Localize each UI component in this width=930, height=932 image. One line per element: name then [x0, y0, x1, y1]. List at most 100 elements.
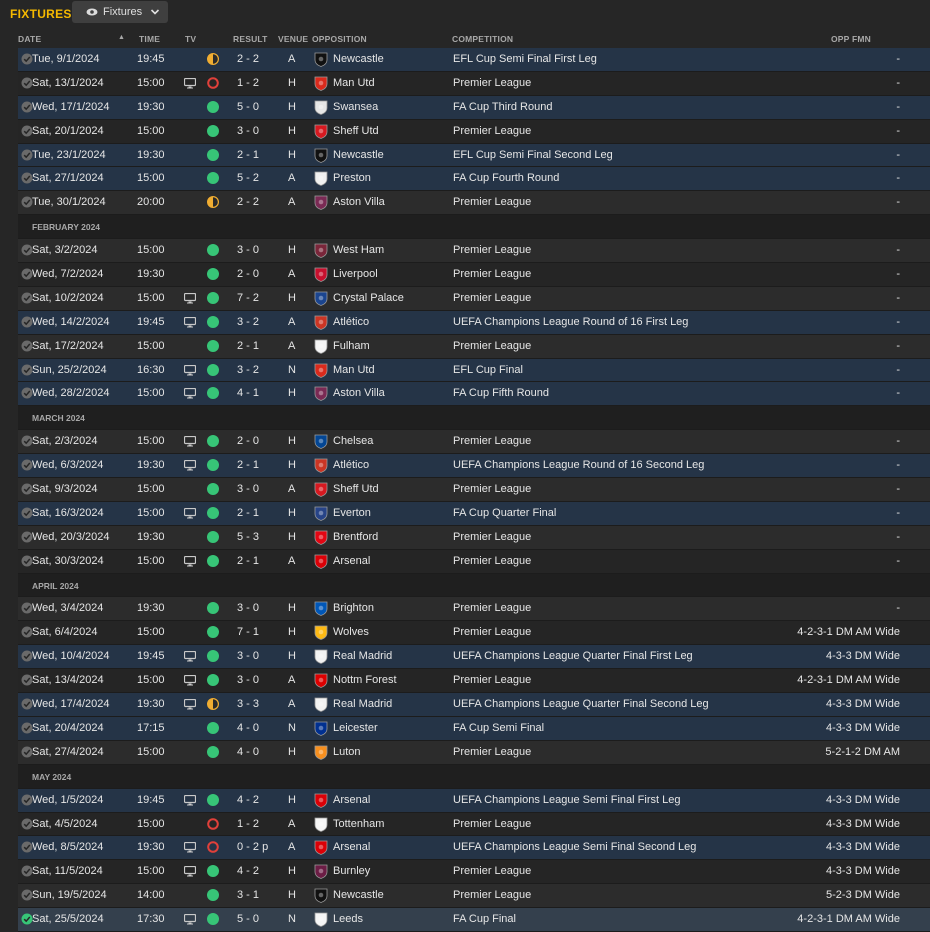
fixture-competition[interactable]: Premier League: [453, 602, 531, 614]
fixture-row[interactable]: Sat, 30/3/2024 15:00 2 - 1 A Arsenal Premier …: [18, 549, 930, 574]
fixture-opposition[interactable]: Chelsea: [333, 435, 373, 447]
fixture-competition[interactable]: UEFA Champions League Quarter Final Seco…: [453, 698, 709, 710]
fixture-row[interactable]: Sat, 27/4/2024 15:00 4 - 0 H Luton Premier Le…: [18, 740, 930, 765]
fixture-opposition[interactable]: Wolves: [333, 626, 369, 638]
fixture-competition[interactable]: FA Cup Fifth Round: [453, 387, 549, 399]
fixture-row[interactable]: Sat, 16/3/2024 15:00 2 - 1 H Everton FA Cup Q…: [18, 501, 930, 526]
fixture-competition[interactable]: Premier League: [453, 292, 531, 304]
fixture-competition[interactable]: Premier League: [453, 196, 531, 208]
column-header-venue[interactable]: VENUE: [278, 34, 308, 44]
fixture-competition[interactable]: Premier League: [453, 340, 531, 352]
fixture-competition[interactable]: Premier League: [453, 125, 531, 137]
fixture-opposition[interactable]: Newcastle: [333, 53, 384, 65]
fixture-row[interactable]: Tue, 23/1/2024 19:30 2 - 1 H Newcastle EFL Cu…: [18, 143, 930, 168]
fixture-row[interactable]: Sat, 11/5/2024 15:00 4 - 2 H Burnley Premier …: [18, 860, 930, 885]
fixture-row[interactable]: Sat, 20/4/2024 17:15 4 - 0 N Leicester FA Cup…: [18, 716, 930, 741]
fixture-opposition[interactable]: Luton: [333, 746, 361, 758]
fixture-competition[interactable]: Premier League: [453, 531, 531, 543]
fixture-row[interactable]: Wed, 14/2/2024 19:45 3 - 2 A Atlético UEFA Ch…: [18, 310, 930, 335]
fixture-competition[interactable]: Premier League: [453, 77, 531, 89]
fixture-competition[interactable]: UEFA Champions League Quarter Final Firs…: [453, 650, 693, 662]
fixture-row[interactable]: Sat, 13/4/2024 15:00 3 - 0 A Nottm Forest Pre…: [18, 669, 930, 694]
fixture-row[interactable]: Wed, 1/5/2024 19:45 4 - 2 H Arsenal UEFA Cham…: [18, 788, 930, 813]
fixture-row[interactable]: Sat, 17/2/2024 15:00 2 - 1 A Fulham Premier L…: [18, 334, 930, 359]
fixture-opposition[interactable]: Preston: [333, 172, 371, 184]
fixture-row[interactable]: Wed, 10/4/2024 19:45 3 - 0 H Real Madrid UEFA…: [18, 645, 930, 670]
fixture-row[interactable]: Sat, 20/1/2024 15:00 3 - 0 H Sheff Utd Premie…: [18, 119, 930, 144]
fixture-row[interactable]: Tue, 9/1/2024 19:45 2 - 2 A Newcastle EFL Cup…: [18, 48, 930, 72]
fixture-opposition[interactable]: Atlético: [333, 459, 369, 471]
fixture-competition[interactable]: Premier League: [453, 268, 531, 280]
fixture-opposition[interactable]: Aston Villa: [333, 387, 385, 399]
fixture-row[interactable]: Wed, 6/3/2024 19:30 2 - 1 H Atlético UEFA Cha…: [18, 454, 930, 479]
fixture-row[interactable]: Wed, 3/4/2024 19:30 3 - 0 H Brighton Premier …: [18, 597, 930, 622]
fixture-opposition[interactable]: Leeds: [333, 913, 363, 925]
fixture-opposition[interactable]: Tottenham: [333, 818, 384, 830]
fixture-opposition[interactable]: Arsenal: [333, 555, 370, 567]
fixture-row[interactable]: Sat, 9/3/2024 15:00 3 - 0 A Sheff Utd Premier…: [18, 478, 930, 502]
fixture-row[interactable]: Sat, 6/4/2024 15:00 7 - 1 H Wolves Premier Le…: [18, 621, 930, 646]
fixture-opposition[interactable]: Arsenal: [333, 794, 370, 806]
column-header-opp-fmn[interactable]: OPP FMN: [831, 34, 871, 44]
fixture-competition[interactable]: EFL Cup Final: [453, 364, 523, 376]
fixture-opposition[interactable]: Aston Villa: [333, 196, 385, 208]
fixture-row[interactable]: Wed, 17/4/2024 19:30 3 - 3 A Real Madrid UEFA…: [18, 693, 930, 717]
fixture-row[interactable]: Sat, 25/5/2024 17:30 5 - 0 N Leeds FA Cup Fin…: [18, 908, 930, 932]
fixture-opposition[interactable]: Atlético: [333, 316, 369, 328]
fixture-row[interactable]: Sun, 19/5/2024 14:00 3 - 1 H Newcastle Premie…: [18, 884, 930, 909]
fixture-competition[interactable]: Premier League: [453, 435, 531, 447]
fixture-row[interactable]: Sat, 4/5/2024 15:00 1 - 2 A Tottenham Premier…: [18, 812, 930, 837]
fixture-competition[interactable]: UEFA Champions League Round of 16 Second…: [453, 459, 704, 471]
fixture-competition[interactable]: Premier League: [453, 674, 531, 686]
fixture-row[interactable]: Sat, 10/2/2024 15:00 7 - 2 H Crystal Palace P…: [18, 286, 930, 311]
column-header-opposition[interactable]: OPPOSITION: [312, 34, 367, 44]
fixture-opposition[interactable]: Brentford: [333, 531, 378, 543]
fixture-competition[interactable]: FA Cup Semi Final: [453, 722, 544, 734]
fixture-competition[interactable]: Premier League: [453, 626, 531, 638]
fixture-competition[interactable]: UEFA Champions League Semi Final Second …: [453, 841, 696, 853]
fixture-competition[interactable]: FA Cup Fourth Round: [453, 172, 559, 184]
fixture-opposition[interactable]: Arsenal: [333, 841, 370, 853]
fixture-row[interactable]: Wed, 7/2/2024 19:30 2 - 0 A Liverpool Premier…: [18, 263, 930, 287]
fixture-opposition[interactable]: Man Utd: [333, 77, 375, 89]
fixture-competition[interactable]: FA Cup Quarter Final: [453, 507, 556, 519]
fixture-competition[interactable]: Premier League: [453, 555, 531, 567]
fixture-competition[interactable]: FA Cup Final: [453, 913, 516, 925]
column-header-time[interactable]: TIME: [139, 34, 160, 44]
fixture-competition[interactable]: UEFA Champions League Semi Final First L…: [453, 794, 680, 806]
fixture-row[interactable]: Sun, 25/2/2024 16:30 3 - 2 N Man Utd EFL Cup …: [18, 358, 930, 383]
fixture-competition[interactable]: EFL Cup Semi Final First Leg: [453, 53, 597, 65]
fixture-opposition[interactable]: Brighton: [333, 602, 374, 614]
fixture-row[interactable]: Wed, 20/3/2024 19:30 5 - 3 H Brentford Premie…: [18, 525, 930, 550]
fixture-row[interactable]: Sat, 13/1/2024 15:00 1 - 2 H Man Utd Premier …: [18, 71, 930, 96]
fixture-opposition[interactable]: Burnley: [333, 865, 370, 877]
fixture-competition[interactable]: Premier League: [453, 818, 531, 830]
fixture-opposition[interactable]: Sheff Utd: [333, 483, 379, 495]
fixture-competition[interactable]: Premier League: [453, 865, 531, 877]
fixture-opposition[interactable]: Newcastle: [333, 889, 384, 901]
fixture-competition[interactable]: EFL Cup Semi Final Second Leg: [453, 149, 613, 161]
fixture-competition[interactable]: Premier League: [453, 244, 531, 256]
column-header-competition[interactable]: COMPETITION: [452, 34, 513, 44]
fixture-opposition[interactable]: Sheff Utd: [333, 125, 379, 137]
fixture-opposition[interactable]: Man Utd: [333, 364, 375, 376]
fixture-opposition[interactable]: Leicester: [333, 722, 378, 734]
view-selector-button[interactable]: Fixtures: [72, 1, 168, 23]
fixture-row[interactable]: Wed, 28/2/2024 15:00 4 - 1 H Aston Villa FA C…: [18, 382, 930, 407]
fixture-opposition[interactable]: Liverpool: [333, 268, 378, 280]
fixture-opposition[interactable]: Real Madrid: [333, 698, 392, 710]
fixture-row[interactable]: Sat, 3/2/2024 15:00 3 - 0 H West Ham Premier …: [18, 239, 930, 264]
fixture-opposition[interactable]: Fulham: [333, 340, 370, 352]
fixture-opposition[interactable]: Crystal Palace: [333, 292, 404, 304]
fixture-opposition[interactable]: Real Madrid: [333, 650, 392, 662]
fixture-row[interactable]: Sat, 2/3/2024 15:00 2 - 0 H Chelsea Premier L…: [18, 430, 930, 455]
fixture-row[interactable]: Wed, 17/1/2024 19:30 5 - 0 H Swansea FA Cup T…: [18, 95, 930, 120]
fixture-opposition[interactable]: West Ham: [333, 244, 384, 256]
fixture-competition[interactable]: UEFA Champions League Round of 16 First …: [453, 316, 688, 328]
fixture-opposition[interactable]: Everton: [333, 507, 371, 519]
fixture-competition[interactable]: Premier League: [453, 889, 531, 901]
fixture-competition[interactable]: Premier League: [453, 483, 531, 495]
fixture-row[interactable]: Sat, 27/1/2024 15:00 5 - 2 A Preston FA Cup F…: [18, 167, 930, 192]
fixture-opposition[interactable]: Swansea: [333, 101, 378, 113]
fixture-competition[interactable]: FA Cup Third Round: [453, 101, 552, 113]
